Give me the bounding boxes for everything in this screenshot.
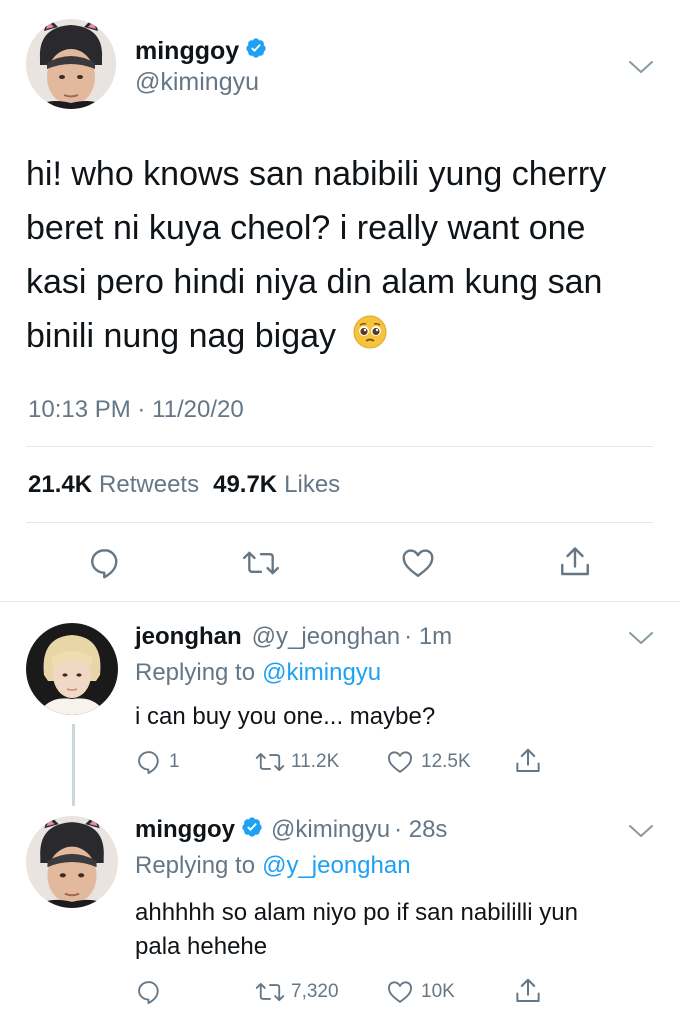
avatar-image (26, 19, 116, 109)
reply-header: jeonghan @y_jeonghan · 1m (135, 623, 452, 651)
tweet-text-line: kasi pero hindi niya din alam kung san (26, 263, 603, 301)
retweets-count[interactable]: 21.4K (28, 471, 92, 499)
avatar-minggoy[interactable] (26, 816, 118, 908)
like-icon (385, 978, 415, 1006)
reply-text-line: ahhhhh so alam niyo po if san nabililli … (135, 899, 578, 926)
reply-count: 1 (169, 751, 180, 772)
tweet-timestamp[interactable]: 10:13 PM · 11/20/20 (28, 396, 244, 424)
thread-line (72, 724, 75, 806)
reply-action[interactable]: 1 (135, 748, 180, 776)
replying-to: Replying to @kimingyu (135, 659, 381, 687)
avatar-minggoy[interactable] (26, 19, 116, 109)
retweet-icon (255, 978, 285, 1006)
tweet-text-line: beret ni kuya cheol? i really want one (26, 209, 586, 247)
reply-action[interactable] (135, 978, 169, 1006)
like-action[interactable]: 10K (385, 978, 455, 1006)
verified-badge-icon (241, 816, 263, 845)
like-count: 10K (421, 981, 455, 1002)
display-name[interactable]: minggoy (135, 816, 235, 844)
replying-to: Replying to @y_jeonghan (135, 852, 411, 880)
reply-time[interactable]: · 1m (404, 623, 452, 651)
retweet-count: 11.2K (291, 751, 340, 772)
main-tweet-author[interactable]: minggoy @kimingyu (135, 37, 267, 97)
share-icon[interactable] (557, 543, 593, 581)
reply-text: ahhhhh so alam niyo po if san nabililli … (135, 896, 675, 964)
avatar-jeonghan[interactable] (26, 623, 118, 715)
tweet-text-line: binili nung nag bigay (26, 317, 337, 355)
like-action[interactable]: 12.5K (385, 748, 471, 776)
reply-icon (135, 978, 163, 1006)
share-icon[interactable] (513, 976, 543, 1006)
retweets-label[interactable]: Retweets (99, 471, 199, 499)
likes-label[interactable]: Likes (284, 471, 340, 499)
like-icon[interactable] (399, 545, 437, 581)
share-icon[interactable] (513, 746, 543, 776)
verified-badge-icon (245, 37, 267, 64)
retweet-icon (255, 748, 285, 776)
engagement-stats: 21.4K Retweets 49.7K Likes (28, 471, 340, 499)
replying-to-handle[interactable]: @y_jeonghan (262, 852, 410, 880)
chevron-down-icon[interactable] (627, 58, 655, 76)
chevron-down-icon[interactable] (627, 629, 655, 647)
handle[interactable]: @kimingyu (271, 816, 390, 844)
like-icon (385, 748, 415, 776)
divider (26, 446, 653, 447)
retweet-action[interactable]: 7,320 (255, 978, 339, 1006)
retweet-count: 7,320 (291, 981, 339, 1002)
handle: @kimingyu (135, 68, 260, 96)
display-name: minggoy (135, 37, 240, 65)
reply-icon (135, 748, 163, 776)
retweet-icon[interactable] (242, 545, 280, 581)
pleading-face-emoji (353, 311, 387, 365)
tweet-text-line: hi! who knows san nabibili yung cherry (26, 155, 607, 193)
reply-text: i can buy you one... maybe? (135, 703, 436, 730)
display-name[interactable]: jeonghan (135, 623, 242, 651)
retweet-action[interactable]: 11.2K (255, 748, 339, 776)
handle[interactable]: @y_jeonghan (252, 623, 400, 651)
chevron-down-icon[interactable] (627, 822, 655, 840)
main-tweet-text: hi! who knows san nabibili yung cherry b… (26, 147, 666, 365)
reply-time[interactable]: · 28s (394, 816, 447, 844)
likes-count[interactable]: 49.7K (213, 471, 277, 499)
avatar-image (26, 623, 118, 715)
reply-header: minggoy @kimingyu · 28s (135, 816, 447, 845)
reply-text-line: pala hehehe (135, 933, 268, 960)
avatar-image (26, 816, 118, 908)
section-divider (0, 601, 680, 602)
replying-to-label: Replying to (135, 659, 256, 686)
divider (26, 522, 653, 523)
replying-to-label: Replying to (135, 852, 256, 879)
replying-to-handle[interactable]: @kimingyu (262, 659, 381, 687)
reply-icon[interactable] (87, 545, 123, 581)
like-count: 12.5K (421, 751, 471, 772)
